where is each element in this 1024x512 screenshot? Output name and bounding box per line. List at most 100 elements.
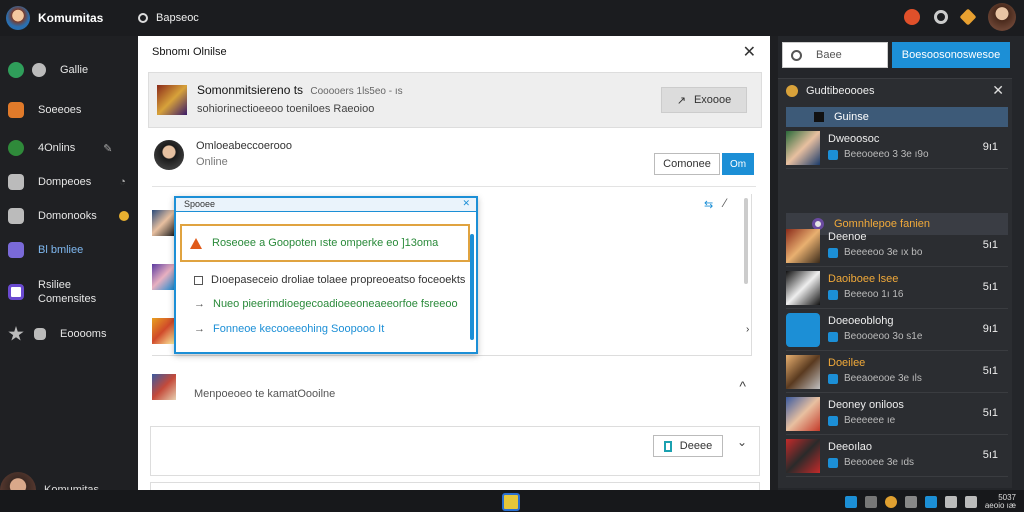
list-item[interactable]: Daoiboee lsee Beeeoo 1ı 16 5ı1 xyxy=(786,269,1008,309)
close-icon[interactable]: ✕ xyxy=(462,198,470,209)
item-title: Deenoe xyxy=(828,231,867,243)
sidebar-item-rsiliee[interactable]: Rsiliee Comensites xyxy=(8,278,96,306)
clock[interactable]: 5037 aeoio ıæ xyxy=(985,494,1016,510)
chart-icon xyxy=(8,174,24,190)
popup-option-link[interactable]: → Nueo pieerimdioegecoadioeeoneaeeorfoe … xyxy=(194,298,458,310)
volume-icon[interactable] xyxy=(964,496,977,508)
filter-icon xyxy=(814,112,824,122)
chevron-up-icon[interactable]: ^ xyxy=(739,378,746,394)
item-subtitle: Beeeeoo 3e ıx bo xyxy=(828,247,922,258)
top-search[interactable]: Bapseoc xyxy=(138,12,199,24)
badge-icon xyxy=(828,289,838,300)
item-subtitle: Beeooeeo 3 3e ı9o xyxy=(828,149,929,160)
list-item[interactable]: Deenoe Beeeeoo 3e ıx bo 5ı1 xyxy=(786,227,1008,267)
sidebar: Gallie Soeeoes 4Onlins ✎ Dompeoes ◔ Domo… xyxy=(0,36,138,508)
app-icon[interactable] xyxy=(864,496,877,508)
list-scrollbar[interactable] xyxy=(744,198,748,284)
selected-filter[interactable]: Guinse xyxy=(786,107,1008,127)
comment-button[interactable]: Comonee xyxy=(654,153,720,175)
user-name: Omloeabeccoerooo xyxy=(196,140,293,152)
community-title-tail: Cooooers 1ls5eo - ıs xyxy=(310,86,403,97)
badge-icon xyxy=(828,247,838,258)
brand[interactable]: Komumitas xyxy=(0,6,138,30)
item-thumbnail xyxy=(786,271,820,305)
window-icon[interactable] xyxy=(844,496,857,508)
tools-icon[interactable] xyxy=(959,8,977,26)
item-subtitle: Beoooeoo 3o s1e xyxy=(828,331,922,342)
app-taskbar-icon[interactable] xyxy=(502,493,520,511)
app-name: Komumitas xyxy=(38,11,104,25)
wifi-icon[interactable] xyxy=(944,496,957,508)
item-title: Deoney oniloos xyxy=(828,399,904,411)
item-title: Dweoosoc xyxy=(828,133,880,145)
right-search-input[interactable]: Baee xyxy=(782,42,888,68)
post-thumbnail xyxy=(152,374,176,400)
system-tray: 5037 aeoio ıæ xyxy=(844,494,1016,510)
community-title: Somonmitsiereno ts Cooooers 1ls5eo - ıs xyxy=(197,83,403,97)
folder-icon[interactable] xyxy=(904,496,917,508)
more-icon[interactable]: ⁄ xyxy=(724,196,726,210)
list-item-thumbnail xyxy=(152,264,174,290)
image-icon xyxy=(8,284,24,300)
search-icon[interactable] xyxy=(934,10,948,24)
list-item[interactable]: Deeoılao Beeooee 3e ıds 5ı1 xyxy=(786,437,1008,477)
right-search-placeholder: Baee xyxy=(816,49,842,61)
list-item[interactable]: Doeoeoblohg Beoooeoo 3o s1e 9ı1 xyxy=(786,311,1008,351)
post-section: Menpoeoeo te kamatOooilne ^ xyxy=(152,374,756,414)
item-subtitle: Beeooee 3e ıds xyxy=(828,457,914,468)
popup-option-link[interactable]: → Fonneoe kecooeeohing Soopooo It xyxy=(194,323,384,335)
reply-box: Deeee ⌄ xyxy=(150,426,760,476)
primary-action-button[interactable]: Om xyxy=(722,153,754,175)
coin-icon xyxy=(786,85,798,97)
chevron-right-icon[interactable]: › xyxy=(746,324,749,335)
chat-icon: ◔ xyxy=(119,176,126,188)
sidebar-item-onlins[interactable]: 4Onlins ✎ xyxy=(8,140,113,156)
item-subtitle-text: Beeooeeo 3 3e ı9o xyxy=(844,149,929,160)
list-item[interactable]: Deoney oniloos Beeeeee ıe 5ı1 xyxy=(786,395,1008,435)
right-primary-button[interactable]: Boesoosonoswesoe xyxy=(892,42,1010,68)
item-subtitle-text: Beeooee 3e ıds xyxy=(844,457,915,468)
share-icon[interactable]: ⇆ xyxy=(704,198,713,211)
sidebar-item-soeeoes[interactable]: Soeeoes xyxy=(8,102,81,118)
user-avatar[interactable] xyxy=(988,3,1016,31)
arrow-right-icon: → xyxy=(194,298,205,310)
sidebar-item-label: Eooooms xyxy=(60,328,107,340)
badge-icon xyxy=(828,373,838,384)
close-icon[interactable]: ✕ xyxy=(743,42,756,62)
notification-icon[interactable] xyxy=(904,9,920,25)
flame-icon xyxy=(8,102,24,118)
close-icon[interactable]: ✕ xyxy=(992,82,1004,99)
app-logo-icon xyxy=(6,6,30,30)
community-title-text: Somonmitsiereno ts xyxy=(197,83,304,97)
globe-icon xyxy=(8,62,24,78)
sidebar-item-gallie[interactable]: Gallie xyxy=(8,62,88,78)
top-search-label: Bapseoc xyxy=(156,12,199,24)
item-thumbnail xyxy=(786,355,820,389)
checkbox[interactable] xyxy=(194,275,203,285)
popup-scrollbar[interactable] xyxy=(470,234,474,340)
sidebar-item-bl-bmliee[interactable]: Bl bmliee xyxy=(8,242,83,258)
popup-dialog: Spooee ✕ Roseoee a Goopoten ıste omperke… xyxy=(174,196,478,354)
sidebar-item-eooooms[interactable]: Eooooms xyxy=(8,326,106,342)
item-title: Doeilee xyxy=(828,357,866,369)
avatar[interactable] xyxy=(154,140,184,170)
badge-icon xyxy=(828,457,838,468)
delete-button[interactable]: Deeee xyxy=(653,435,723,457)
popup-option-checkbox[interactable]: Dıoepaseceio droliae tolaee propreoeatso… xyxy=(194,274,465,286)
divider xyxy=(152,186,756,187)
chevron-down-icon[interactable]: ⌄ xyxy=(737,435,747,449)
sidebar-item-dompeoes[interactable]: Dompeoes ◔ xyxy=(8,174,126,190)
export-button[interactable]: ↗ Exoooe xyxy=(661,87,747,113)
puzzle-icon xyxy=(8,242,24,258)
community-card: Somonmitsiereno ts Cooooers 1ls5eo - ıs … xyxy=(148,72,762,128)
browser-icon[interactable] xyxy=(884,496,897,508)
shield-icon[interactable] xyxy=(924,496,937,508)
item-thumbnail xyxy=(786,229,820,263)
taskbar: 5037 aeoio ıæ xyxy=(0,490,1024,512)
list-item[interactable]: Doeilee Beeaoeooe 3e ıls 5ı1 xyxy=(786,353,1008,393)
list-item[interactable]: Dweoosoc Beeooeeo 3 3e ı9o 9ı1 xyxy=(786,129,1008,169)
badge-icon xyxy=(828,331,838,342)
item-count: 9ı1 xyxy=(982,323,998,335)
sidebar-item-domonooks[interactable]: Domonooks xyxy=(8,208,129,224)
option-label: Nueo pieerimdioegecoadioeeoneaeeorfoe fs… xyxy=(213,298,458,310)
